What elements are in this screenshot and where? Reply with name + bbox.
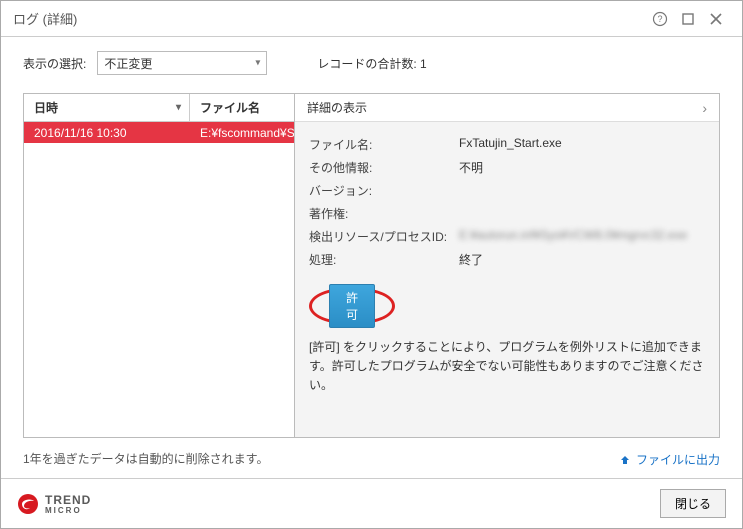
- content-area: 表示の選択: 不正変更 ▾ レコードの合計数: 1 日時 ▾ ファイル名: [1, 37, 742, 478]
- detail-pane: 詳細の表示 › ファイル名: FxTatujin_Start.exe その他情報…: [295, 93, 720, 438]
- window: ログ (詳細) ? 表示の選択: 不正変更 ▾ レコードの合計数: 1: [0, 0, 743, 529]
- brand-top: TREND: [45, 493, 91, 507]
- main-panes: 日時 ▾ ファイル名 2016/11/16 10:30 E:¥fscommand…: [23, 93, 720, 438]
- detail-row-resource: 検出リソース/プロセスID: E:¥autorun.inf¥Sys¥VCW8.0…: [309, 228, 705, 245]
- display-select[interactable]: 不正変更 ▾: [97, 51, 267, 75]
- record-count: レコードの合計数: 1: [317, 55, 426, 72]
- detail-label: ファイル名:: [309, 136, 459, 153]
- detail-header[interactable]: 詳細の表示 ›: [295, 94, 719, 122]
- cell-date: 2016/11/16 10:30: [24, 126, 190, 140]
- detail-header-label: 詳細の表示: [307, 99, 702, 116]
- col-header-file[interactable]: ファイル名: [190, 94, 294, 121]
- chevron-right-icon: ›: [702, 100, 707, 116]
- export-link-label: ファイルに出力: [636, 451, 720, 468]
- log-table: 日時 ▾ ファイル名 2016/11/16 10:30 E:¥fscommand…: [23, 93, 295, 438]
- detail-value: [459, 182, 705, 199]
- close-button[interactable]: 閉じる: [660, 489, 726, 518]
- table-row[interactable]: 2016/11/16 10:30 E:¥fscommand¥S: [24, 122, 294, 143]
- detail-value: 終了: [459, 251, 705, 268]
- detail-label: 著作権:: [309, 205, 459, 222]
- allow-button[interactable]: 許可: [329, 284, 375, 328]
- detail-body: ファイル名: FxTatujin_Start.exe その他情報: 不明 バージ…: [295, 122, 719, 410]
- detail-row-action: 処理: 終了: [309, 251, 705, 268]
- allow-button-highlight: 許可: [309, 288, 395, 324]
- detail-label: バージョン:: [309, 182, 459, 199]
- table-header: 日時 ▾ ファイル名: [24, 94, 294, 122]
- export-link[interactable]: ファイルに出力: [618, 451, 720, 468]
- detail-value: E:¥autorun.inf¥Sys¥VCW8.0¥mgrvc32.exe: [459, 228, 705, 245]
- maximize-icon[interactable]: [674, 5, 702, 33]
- detail-row-author: 著作権:: [309, 205, 705, 222]
- detail-row-version: バージョン:: [309, 182, 705, 199]
- detail-value: [459, 205, 705, 222]
- brand-bottom: MICRO: [45, 507, 91, 515]
- display-select-label: 表示の選択:: [23, 55, 86, 72]
- export-icon: [618, 453, 632, 467]
- svg-text:?: ?: [657, 14, 662, 24]
- close-icon[interactable]: [702, 5, 730, 33]
- table-body: 2016/11/16 10:30 E:¥fscommand¥S: [24, 122, 294, 437]
- display-select-value: 不正変更: [104, 55, 152, 72]
- filter-row: 表示の選択: 不正変更 ▾ レコードの合計数: 1: [23, 51, 720, 75]
- records-label: レコードの合計数:: [317, 57, 416, 71]
- sort-indicator-icon: ▾: [176, 102, 181, 113]
- records-count: 1: [420, 57, 427, 71]
- cell-file: E:¥fscommand¥S: [190, 126, 294, 140]
- detail-label: その他情報:: [309, 159, 459, 176]
- detail-value: FxTatujin_Start.exe: [459, 136, 705, 153]
- window-title: ログ (詳細): [13, 9, 646, 28]
- chevron-down-icon: ▾: [255, 58, 260, 69]
- col-header-date[interactable]: 日時 ▾: [24, 94, 190, 121]
- detail-row-other: その他情報: 不明: [309, 159, 705, 176]
- titlebar: ログ (詳細) ?: [1, 1, 742, 37]
- footer: TREND MICRO 閉じる: [1, 478, 742, 528]
- help-icon[interactable]: ?: [646, 5, 674, 33]
- detail-label: 処理:: [309, 251, 459, 268]
- detail-value: 不明: [459, 159, 705, 176]
- detail-label: 検出リソース/プロセスID:: [309, 228, 459, 245]
- brand-logo: TREND MICRO: [17, 493, 91, 515]
- detail-row-file: ファイル名: FxTatujin_Start.exe: [309, 136, 705, 153]
- trend-micro-icon: [17, 493, 39, 515]
- allow-note: [許可] をクリックすることにより、プログラムを例外リストに追加できます。許可し…: [309, 338, 705, 396]
